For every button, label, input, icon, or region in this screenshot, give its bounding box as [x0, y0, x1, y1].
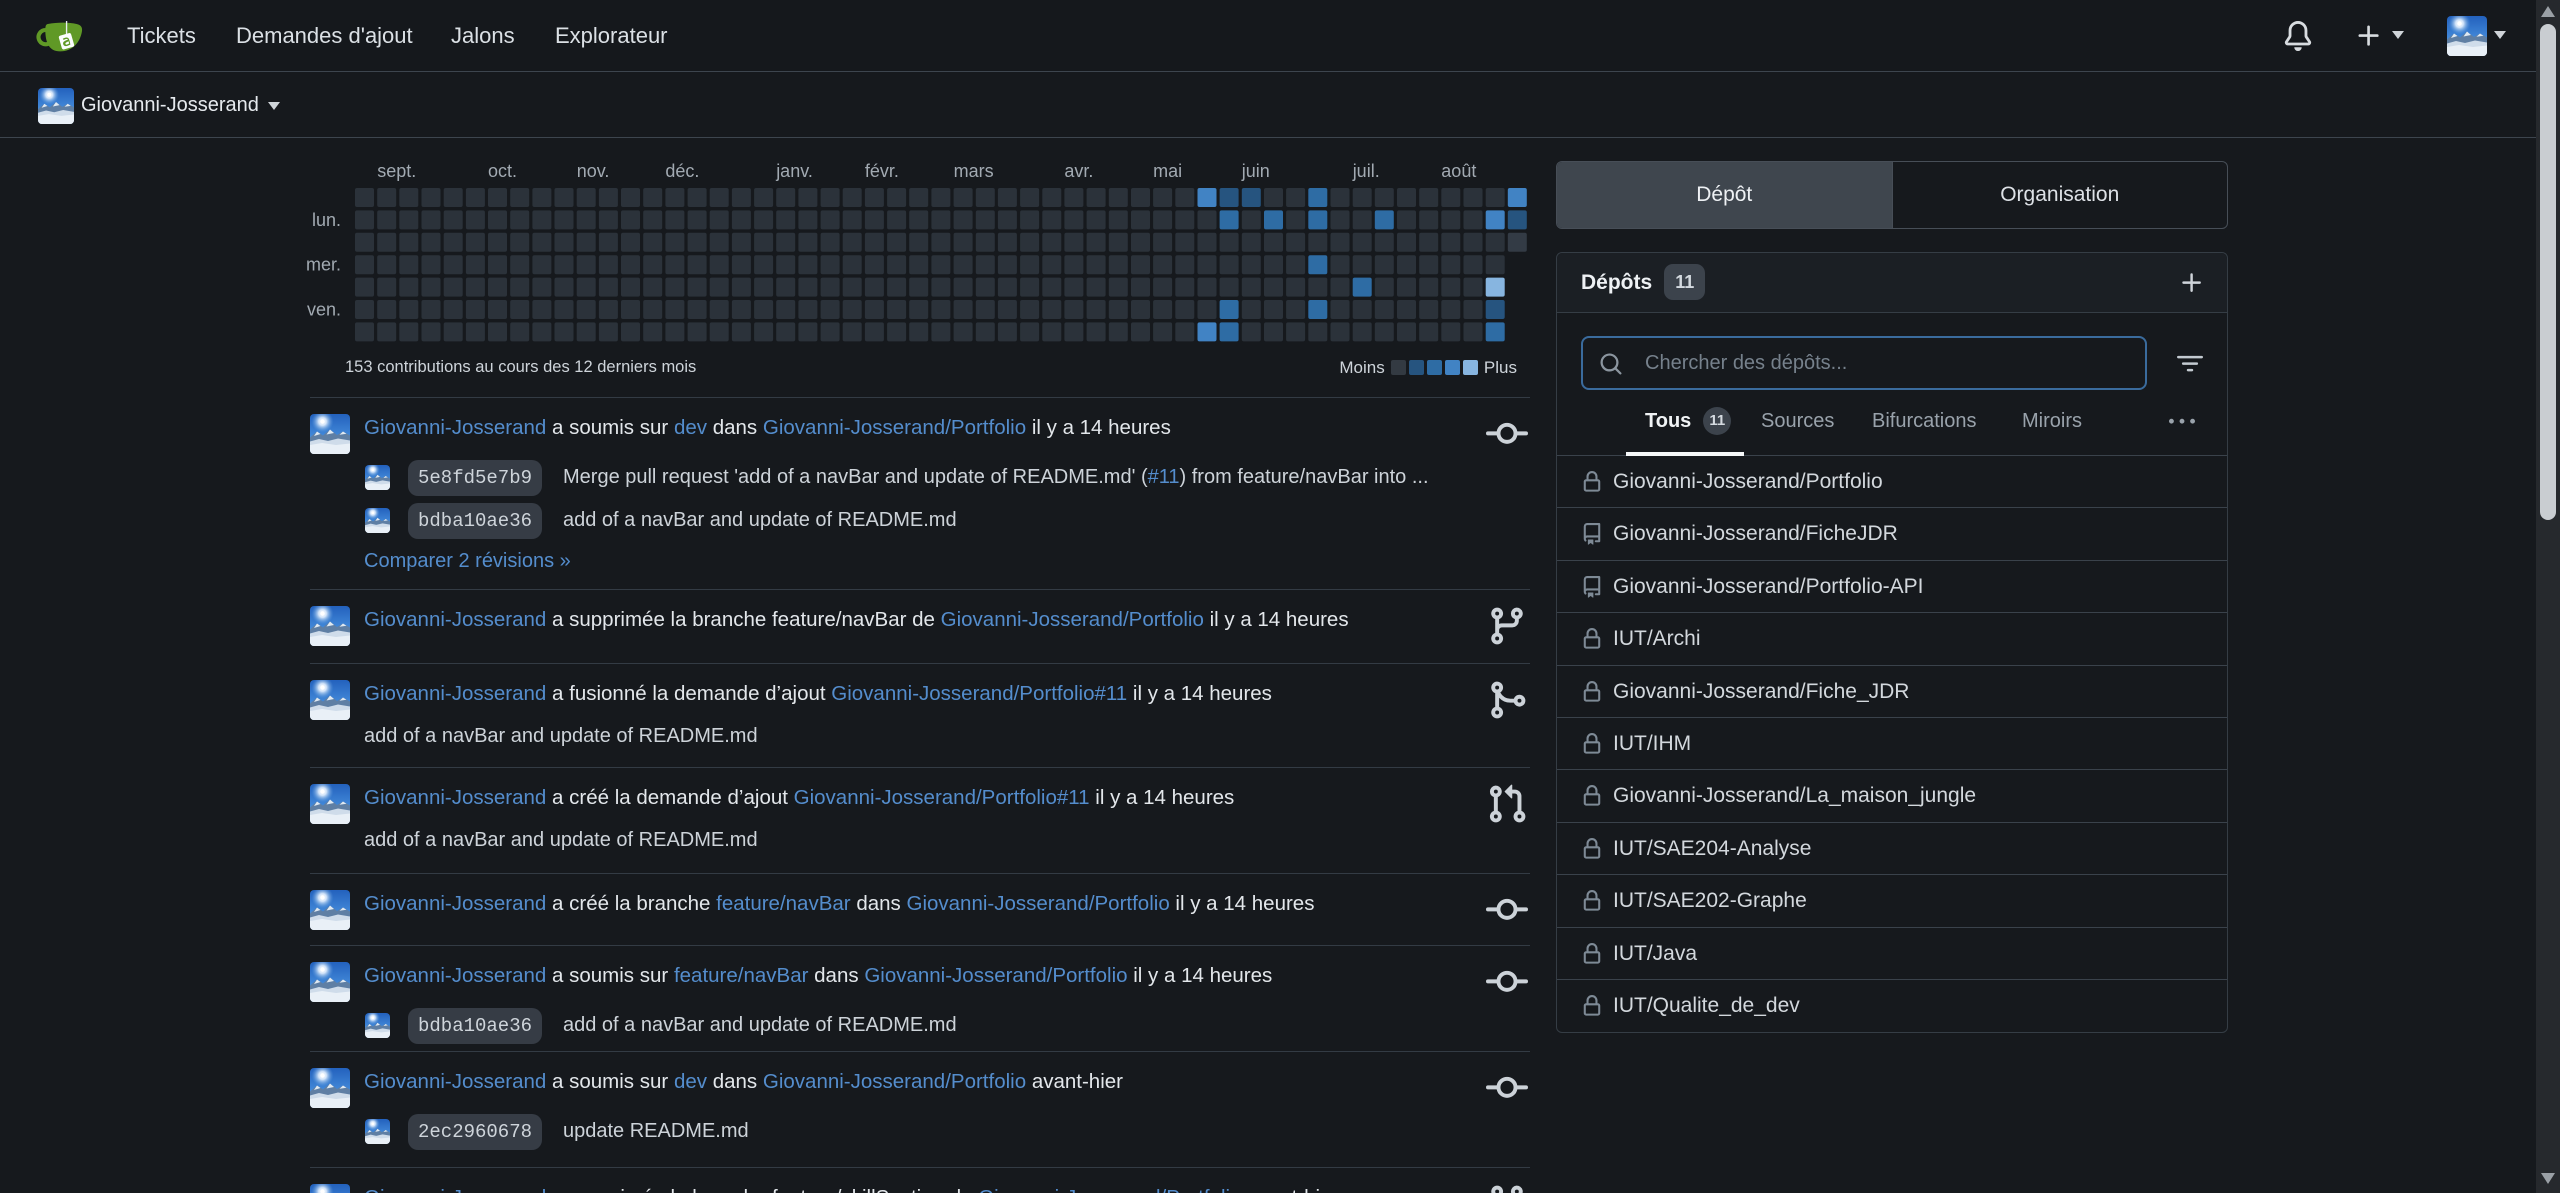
svg-text:nov.: nov.: [577, 161, 610, 181]
svg-text:mars: mars: [954, 161, 994, 181]
svg-text:lun.: lun.: [312, 210, 341, 230]
svg-text:févr.: févr.: [865, 161, 899, 181]
svg-text:ven.: ven.: [307, 300, 341, 320]
svg-text:août: août: [1441, 161, 1476, 181]
svg-text:déc.: déc.: [665, 161, 699, 181]
svg-text:oct.: oct.: [488, 161, 517, 181]
svg-text:juil.: juil.: [1352, 161, 1380, 181]
svg-text:juin: juin: [1241, 161, 1270, 181]
svg-text:mer.: mer.: [306, 255, 341, 275]
svg-text:sept.: sept.: [377, 161, 416, 181]
svg-text:janv.: janv.: [775, 161, 813, 181]
svg-text:mai: mai: [1153, 161, 1182, 181]
svg-text:avr.: avr.: [1064, 161, 1093, 181]
